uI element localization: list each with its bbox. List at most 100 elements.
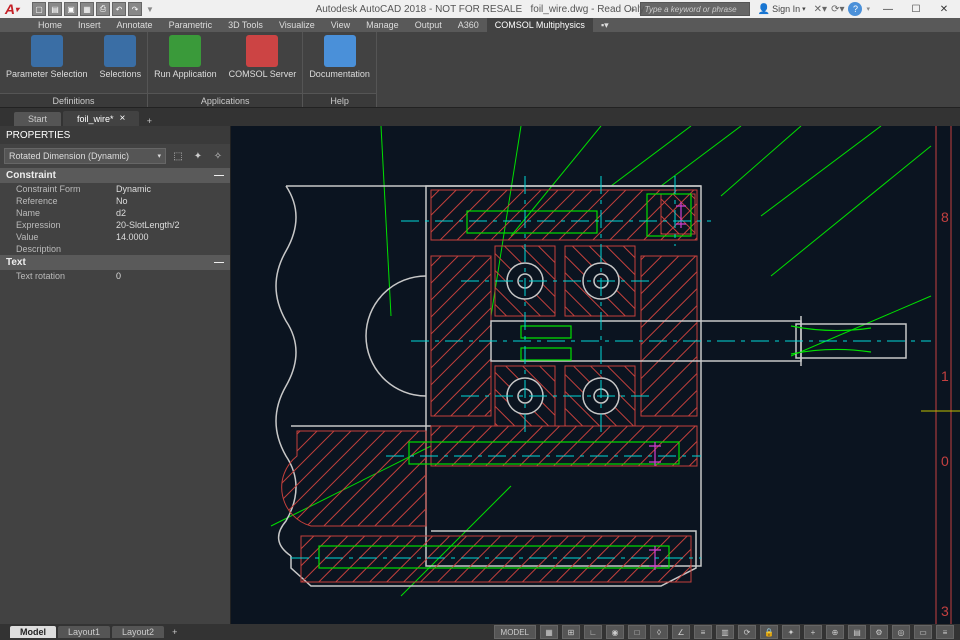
- pickadd-icon[interactable]: ✧: [210, 148, 226, 164]
- object-type-dropdown[interactable]: Rotated Dimension (Dynamic)▾: [4, 148, 166, 164]
- doc-tab[interactable]: foil_wire*×: [63, 111, 139, 126]
- ribbon-button-label: COMSOL Server: [229, 69, 297, 79]
- document-tabs: Startfoil_wire*×+: [0, 108, 960, 126]
- clean-screen-icon[interactable]: ▭: [914, 625, 932, 639]
- ribbon-button-label: Documentation: [309, 69, 370, 79]
- selections-button[interactable]: Selections: [94, 32, 148, 93]
- property-section-header[interactable]: Text—: [0, 255, 230, 270]
- property-row[interactable]: Text rotation0: [0, 270, 230, 282]
- ortho-icon[interactable]: ∟: [584, 625, 602, 639]
- menu-tab-view[interactable]: View: [323, 18, 358, 32]
- property-row[interactable]: Constraint FormDynamic: [0, 183, 230, 195]
- property-row[interactable]: Value14.0000: [0, 231, 230, 243]
- qat-saveas-icon[interactable]: ▦: [80, 2, 94, 16]
- menu-tab-home[interactable]: Home: [30, 18, 70, 32]
- menu-tab-comsol-multiphysics[interactable]: COMSOL Multiphysics: [487, 18, 593, 32]
- menu-tab-parametric[interactable]: Parametric: [161, 18, 221, 32]
- property-row[interactable]: Expression20-SlotLength/2: [0, 219, 230, 231]
- layout-tab[interactable]: Layout1: [58, 626, 110, 638]
- ruler: 8 1 0 3: [921, 126, 960, 624]
- drawing-canvas[interactable]: 8 1 0 3: [231, 126, 960, 624]
- snap-icon[interactable]: ⊞: [562, 625, 580, 639]
- menu-tab-a360[interactable]: A360: [450, 18, 487, 32]
- otrack-icon[interactable]: ∠: [672, 625, 690, 639]
- select-objects-icon[interactable]: ✦: [190, 148, 206, 164]
- workspace-icon[interactable]: ✦: [782, 625, 800, 639]
- property-label: Expression: [6, 220, 116, 230]
- ribbon-group-label: Definitions: [0, 93, 147, 107]
- menu-tab-manage[interactable]: Manage: [358, 18, 407, 32]
- svg-text:1: 1: [941, 368, 949, 384]
- customize-icon[interactable]: ≡: [936, 625, 954, 639]
- cycling-icon[interactable]: ⟳: [738, 625, 756, 639]
- menu-tab-insert[interactable]: Insert: [70, 18, 109, 32]
- lineweight-icon[interactable]: ≡: [694, 625, 712, 639]
- quick-select-icon[interactable]: ⬚: [170, 148, 186, 164]
- polar-icon[interactable]: ◉: [606, 625, 624, 639]
- documentation-icon: [324, 35, 356, 67]
- layout-tab[interactable]: Layout2: [112, 626, 164, 638]
- isolate-icon[interactable]: ◎: [892, 625, 910, 639]
- add-tab-button[interactable]: +: [141, 116, 157, 126]
- annotation-monitor-icon[interactable]: +: [804, 625, 822, 639]
- minimize-button[interactable]: —: [874, 0, 902, 18]
- featured-apps-icon[interactable]: ▪▾: [593, 18, 617, 32]
- collapse-icon[interactable]: —: [214, 257, 224, 268]
- doc-tab[interactable]: Start: [14, 112, 61, 126]
- property-value[interactable]: 20-SlotLength/2: [116, 220, 224, 230]
- ribbon: Parameter Selection SelectionsDefinitions…: [0, 32, 960, 108]
- comsol-server-button[interactable]: COMSOL Server: [223, 32, 303, 93]
- property-value[interactable]: Dynamic: [116, 184, 224, 194]
- run-application-button[interactable]: Run Application: [148, 32, 223, 93]
- qat-redo-icon[interactable]: ↷: [128, 2, 142, 16]
- qat-save-icon[interactable]: ▣: [64, 2, 78, 16]
- property-row[interactable]: Description: [0, 243, 230, 255]
- quick-access-toolbar: ▢ ▤ ▣ ▦ ⎙ ↶ ↷: [32, 2, 142, 16]
- ribbon-button-label: Parameter Selection: [6, 69, 88, 79]
- qat-undo-icon[interactable]: ↶: [112, 2, 126, 16]
- annotation-scale-icon[interactable]: 🔒: [760, 625, 778, 639]
- property-value[interactable]: [116, 244, 224, 254]
- model-space-button[interactable]: MODEL: [494, 625, 536, 639]
- grid-icon[interactable]: ▦: [540, 625, 558, 639]
- add-layout-button[interactable]: +: [166, 627, 183, 637]
- stay-connected-icon[interactable]: ⟳▾: [831, 4, 844, 15]
- qat-open-icon[interactable]: ▤: [48, 2, 62, 16]
- property-row[interactable]: Named2: [0, 207, 230, 219]
- title-bar: A▾ ▢ ▤ ▣ ▦ ⎙ ↶ ↷ ▼ Autodesk AutoCAD 2018…: [0, 0, 960, 18]
- collapse-icon[interactable]: —: [214, 170, 224, 181]
- property-value[interactable]: 0: [116, 271, 224, 281]
- property-value[interactable]: 14.0000: [116, 232, 224, 242]
- layout-tab[interactable]: Model: [10, 626, 56, 638]
- properties-panel: PROPERTIES Rotated Dimension (Dynamic)▾ …: [0, 126, 231, 624]
- maximize-button[interactable]: ☐: [902, 0, 930, 18]
- signin-button[interactable]: 👤 Sign In ▾: [754, 4, 810, 15]
- 3dosnap-icon[interactable]: ◊: [650, 625, 668, 639]
- close-button[interactable]: ✕: [930, 0, 958, 18]
- parameter-selection-button[interactable]: Parameter Selection: [0, 32, 94, 93]
- exchange-icon[interactable]: ✕▾: [814, 4, 827, 15]
- property-value[interactable]: No: [116, 196, 224, 206]
- transparency-icon[interactable]: ▥: [716, 625, 734, 639]
- property-label: Value: [6, 232, 116, 242]
- property-row[interactable]: ReferenceNo: [0, 195, 230, 207]
- menu-tab-output[interactable]: Output: [407, 18, 450, 32]
- documentation-button[interactable]: Documentation: [303, 32, 376, 93]
- osnap-icon[interactable]: □: [628, 625, 646, 639]
- qat-print-icon[interactable]: ⎙: [96, 2, 110, 16]
- menu-tab-annotate[interactable]: Annotate: [109, 18, 161, 32]
- qat-new-icon[interactable]: ▢: [32, 2, 46, 16]
- search-input[interactable]: Type a keyword or phrase: [640, 2, 750, 16]
- property-section-header[interactable]: Constraint—: [0, 168, 230, 183]
- menu-tab-3d-tools[interactable]: 3D Tools: [220, 18, 271, 32]
- qat-dropdown-icon[interactable]: ▼: [146, 5, 154, 14]
- property-value[interactable]: d2: [116, 208, 224, 218]
- quick-properties-icon[interactable]: ▤: [848, 625, 866, 639]
- app-logo[interactable]: A▾: [0, 0, 24, 18]
- workspace: PROPERTIES Rotated Dimension (Dynamic)▾ …: [0, 126, 960, 624]
- menu-tab-visualize[interactable]: Visualize: [271, 18, 323, 32]
- units-icon[interactable]: ⊕: [826, 625, 844, 639]
- close-icon[interactable]: ×: [120, 113, 126, 124]
- help-icon[interactable]: ?: [848, 2, 862, 16]
- hardware-accel-icon[interactable]: ⚙: [870, 625, 888, 639]
